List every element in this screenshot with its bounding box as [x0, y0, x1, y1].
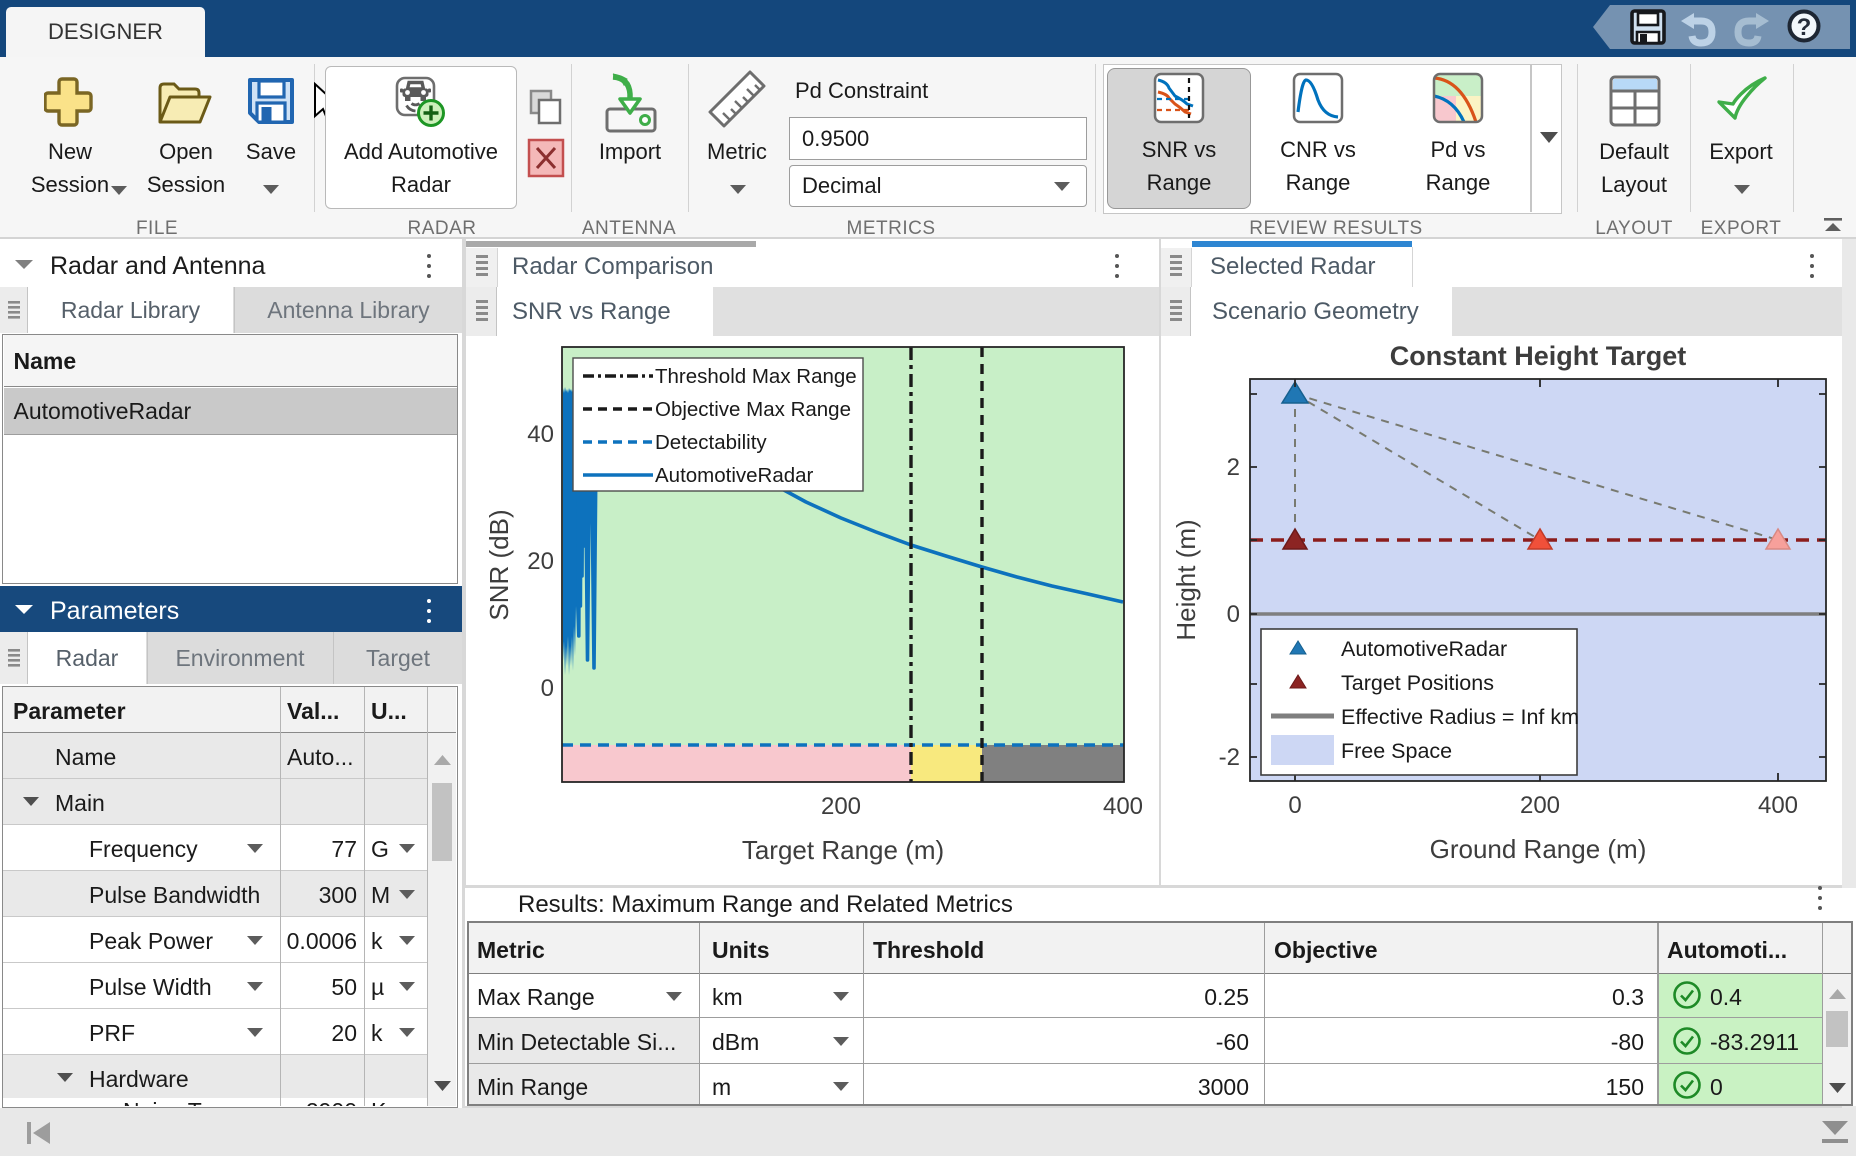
svg-text:Constant Height Target: Constant Height Target [1390, 341, 1687, 371]
svg-text:Target Range (m): Target Range (m) [742, 835, 944, 865]
svg-text:Free Space: Free Space [1341, 739, 1452, 763]
svg-text:2: 2 [1227, 454, 1240, 481]
svg-text:AutomotiveRadar: AutomotiveRadar [655, 464, 814, 487]
svg-text:?: ? [1797, 14, 1812, 41]
svg-text:Height (m): Height (m) [1171, 519, 1201, 640]
svg-text:-2: -2 [1219, 744, 1240, 771]
svg-text:20: 20 [527, 548, 554, 575]
svg-text:Threshold Max Range: Threshold Max Range [655, 365, 857, 388]
svg-text:0: 0 [541, 675, 554, 702]
svg-text:400: 400 [1103, 793, 1143, 820]
svg-text:0: 0 [1288, 792, 1301, 819]
svg-text:Ground Range (m): Ground Range (m) [1430, 834, 1647, 864]
svg-text:400: 400 [1758, 792, 1798, 819]
svg-text:200: 200 [1520, 792, 1560, 819]
svg-text:Detectability: Detectability [655, 431, 767, 454]
svg-text:Effective Radius = Inf km: Effective Radius = Inf km [1341, 705, 1579, 729]
svg-text:200: 200 [821, 793, 861, 820]
svg-text:Target Positions: Target Positions [1341, 671, 1494, 695]
svg-text:0: 0 [1227, 601, 1240, 628]
svg-text:Objective Max Range: Objective Max Range [655, 398, 851, 421]
svg-text:40: 40 [527, 421, 554, 448]
svg-text:SNR (dB): SNR (dB) [484, 509, 514, 620]
svg-text:AutomotiveRadar: AutomotiveRadar [1341, 637, 1507, 661]
